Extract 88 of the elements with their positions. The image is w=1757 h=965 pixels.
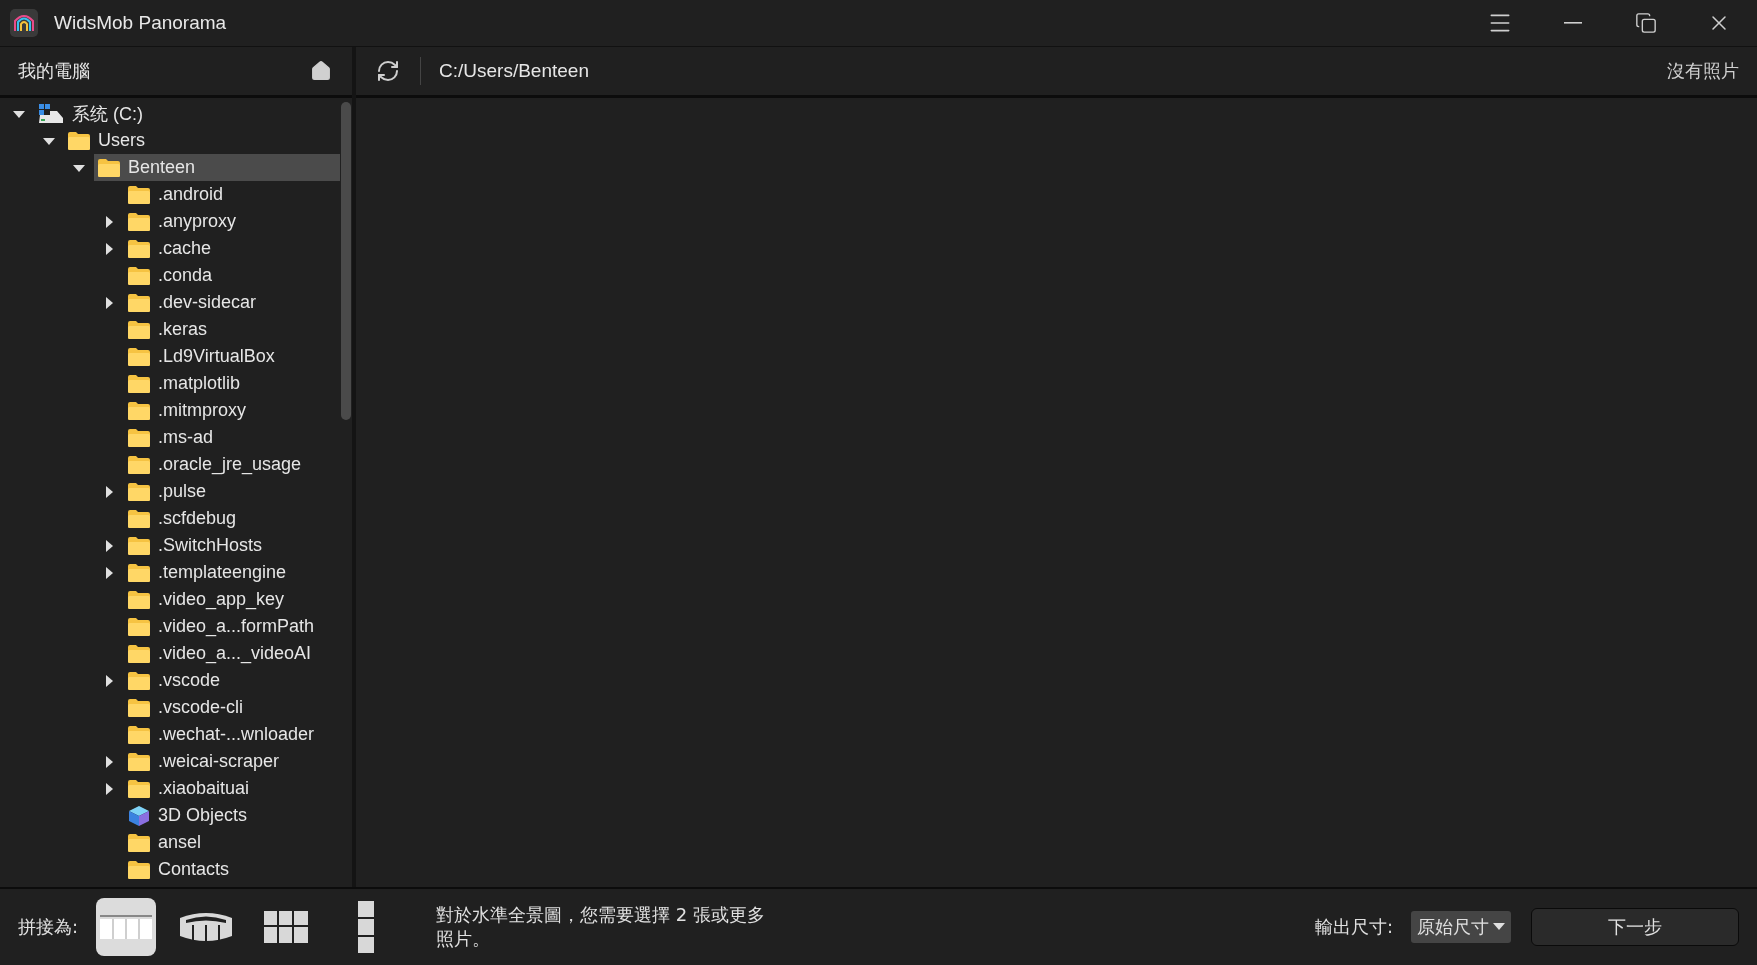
folder-icon: [128, 617, 150, 636]
drive-icon: [38, 103, 64, 124]
tree-item[interactable]: Users: [64, 127, 340, 154]
folder-icon: [128, 698, 150, 717]
app-logo-icon: [10, 9, 38, 37]
next-button[interactable]: 下一步: [1531, 908, 1739, 946]
grid-panorama-icon: [264, 911, 309, 943]
tree-item[interactable]: ansel: [124, 829, 340, 856]
tree-item[interactable]: .pulse: [124, 478, 340, 505]
folder-icon: [128, 536, 150, 555]
folder-icon: [128, 563, 150, 582]
folder-icon: [128, 239, 150, 258]
collapsed-triangle-icon[interactable]: [103, 296, 115, 309]
scrollbar-thumb[interactable]: [341, 102, 351, 420]
collapsed-triangle-icon[interactable]: [103, 485, 115, 498]
folder-icon: [128, 401, 150, 420]
output-size-label: 輸出尺寸:: [1314, 915, 1393, 939]
cube-icon: [128, 804, 150, 827]
tree-item[interactable]: .wechat-...wnloader: [124, 721, 340, 748]
tree-item[interactable]: .scfdebug: [124, 505, 340, 532]
photo-count-text: 沒有照片: [1667, 59, 1739, 83]
folder-icon: [128, 725, 150, 744]
tree-item[interactable]: .xiaobaituai: [124, 775, 340, 802]
tree-item[interactable]: .android: [124, 181, 340, 208]
collapsed-triangle-icon[interactable]: [103, 755, 115, 768]
tree-item[interactable]: .vscode: [124, 667, 340, 694]
folder-icon: [128, 293, 150, 312]
folder-icon: [128, 320, 150, 339]
folder-icon: [128, 509, 150, 528]
tree-item[interactable]: 系统 (C:): [34, 100, 340, 127]
folder-icon: [128, 860, 150, 879]
collapsed-triangle-icon[interactable]: [103, 539, 115, 552]
tree-item[interactable]: .conda: [124, 262, 340, 289]
folder-icon: [128, 671, 150, 690]
home-icon: [310, 60, 332, 82]
cylinder-panorama-icon: [179, 910, 234, 944]
tree-item[interactable]: .templateengine: [124, 559, 340, 586]
folder-icon: [128, 212, 150, 231]
tree-item[interactable]: .dev-sidecar: [124, 289, 340, 316]
collapsed-triangle-icon[interactable]: [103, 782, 115, 795]
stitch-label: 拼接為:: [18, 915, 79, 939]
folder-icon: [128, 455, 150, 474]
folder-icon: [128, 752, 150, 771]
collapsed-triangle-icon[interactable]: [103, 674, 115, 687]
tree-item[interactable]: Contacts: [124, 856, 340, 883]
collapsed-triangle-icon[interactable]: [103, 566, 115, 579]
folder-icon: [128, 266, 150, 285]
vertical-panorama-icon: [358, 901, 375, 953]
folder-icon: [128, 833, 150, 852]
folder-icon: [128, 482, 150, 501]
collapsed-triangle-icon[interactable]: [103, 242, 115, 255]
tree-item[interactable]: 3D Objects: [124, 802, 340, 829]
folder-icon: [128, 185, 150, 204]
minimize-icon: [1563, 22, 1582, 24]
window-title: WidsMob Panorama: [54, 12, 228, 34]
folder-icon: [128, 428, 150, 447]
caret-icon: [1493, 923, 1505, 931]
folder-icon: [128, 374, 150, 393]
horizontal-panorama-icon: [100, 915, 153, 939]
tree-item[interactable]: .matplotlib: [124, 370, 340, 397]
folder-icon: [68, 131, 90, 150]
folder-icon: [98, 158, 120, 177]
tree-item[interactable]: .anyproxy: [124, 208, 340, 235]
path-text: C:/Users/Benteen: [439, 60, 590, 82]
collapsed-triangle-icon[interactable]: [103, 215, 115, 228]
tree-item[interactable]: .Ld9VirtualBox: [124, 343, 340, 370]
tree-item[interactable]: .mitmproxy: [124, 397, 340, 424]
refresh-icon: [376, 59, 400, 83]
tree-item[interactable]: .video_a..._videoAI: [124, 640, 340, 667]
stitch-mode-button[interactable]: [96, 898, 157, 956]
folder-icon: [128, 590, 150, 609]
folder-icon: [128, 644, 150, 663]
folder-icon: [128, 347, 150, 366]
tree-item[interactable]: .weicai-scraper: [124, 748, 340, 775]
tree-item[interactable]: .video_a...formPath: [124, 613, 340, 640]
hint-text: 對於水準全景圖，您需要選擇 2 張或更多照片。: [436, 903, 766, 951]
tree-item[interactable]: .SwitchHosts: [124, 532, 340, 559]
tree-item[interactable]: .cache: [124, 235, 340, 262]
folder-icon: [128, 779, 150, 798]
tree-item[interactable]: .video_app_key: [124, 586, 340, 613]
output-size-dropdown[interactable]: 原始尺寸: [1411, 911, 1511, 943]
sidebar-title: 我的電腦: [18, 59, 91, 83]
tree-item[interactable]: .oracle_jre_usage: [124, 451, 340, 478]
tree-item[interactable]: .keras: [124, 316, 340, 343]
tree-item[interactable]: Benteen: [94, 154, 340, 181]
tree-item[interactable]: .vscode-cli: [124, 694, 340, 721]
tree-item[interactable]: .ms-ad: [124, 424, 340, 451]
restore-icon: [1634, 12, 1657, 34]
